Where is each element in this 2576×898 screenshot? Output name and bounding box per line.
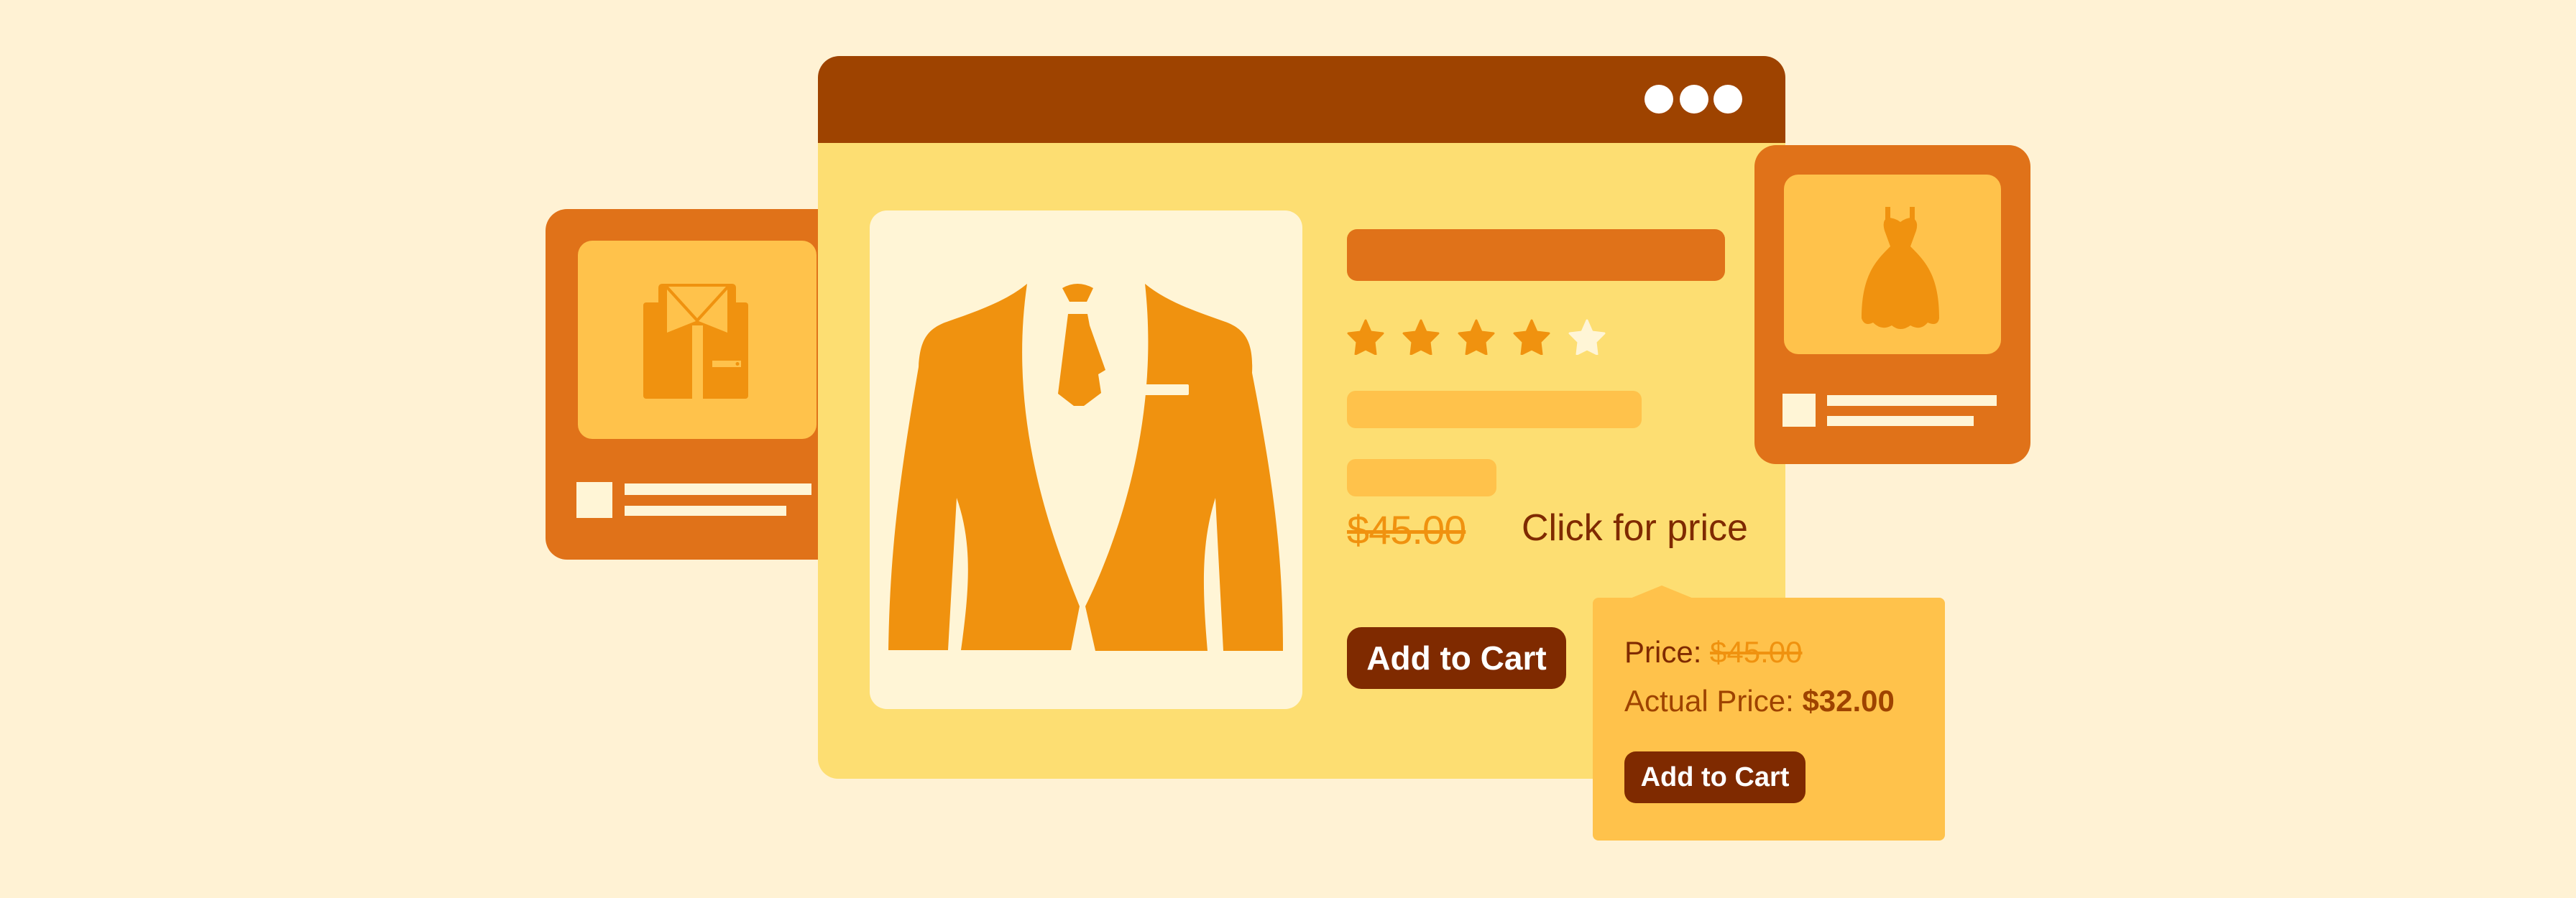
window-control-dot[interactable] [1680, 85, 1708, 114]
product-card-shirt[interactable] [546, 209, 849, 560]
window-titlebar [818, 56, 1785, 143]
star-empty-icon[interactable] [1568, 319, 1606, 355]
star-filled-icon[interactable] [1347, 319, 1384, 355]
star-filled-icon[interactable] [1402, 319, 1440, 355]
suit-jacket-with-tie-icon [888, 284, 1283, 651]
window-control-dot[interactable] [1644, 85, 1673, 114]
star-filled-icon[interactable] [1458, 319, 1495, 355]
product-card-image [1784, 175, 2001, 354]
product-card-thumbnail [1782, 394, 1816, 427]
product-image[interactable] [870, 210, 1302, 709]
product-card-text-line [625, 506, 786, 516]
window-control-dot[interactable] [1714, 85, 1742, 114]
product-card-dress[interactable] [1754, 145, 2030, 464]
product-card-image [578, 241, 816, 439]
popup-price-row: Price: $45.00 [1624, 635, 1803, 670]
popup-actual-price-label: Actual Price: [1624, 684, 1794, 718]
popup-pointer [1630, 585, 1693, 598]
original-price: $45.00 [1347, 507, 1466, 552]
shirt-icon [643, 284, 748, 399]
star-rating[interactable] [1347, 319, 1606, 355]
product-description-placeholder [1347, 391, 1642, 428]
popup-actual-price-row: Actual Price: $32.00 [1624, 684, 1895, 718]
popup-price-label: Price: [1624, 635, 1702, 669]
product-card-thumbnail [576, 482, 612, 518]
click-for-price-link[interactable]: Click for price [1522, 506, 1748, 550]
product-description-placeholder [1347, 459, 1496, 496]
add-to-cart-button[interactable]: Add to Cart [1347, 627, 1566, 689]
dress-icon [1862, 207, 1939, 329]
price-popup: Price: $45.00 Actual Price: $32.00 Add t… [1593, 598, 1945, 841]
popup-add-to-cart-button[interactable]: Add to Cart [1624, 751, 1806, 803]
product-card-text-line [625, 483, 811, 495]
star-filled-icon[interactable] [1513, 319, 1550, 355]
popup-original-price: $45.00 [1710, 635, 1803, 669]
product-card-text-line [1827, 395, 1997, 406]
product-card-text-line [1827, 416, 1974, 426]
popup-actual-price-value: $32.00 [1802, 684, 1895, 718]
product-title-placeholder [1347, 229, 1725, 281]
